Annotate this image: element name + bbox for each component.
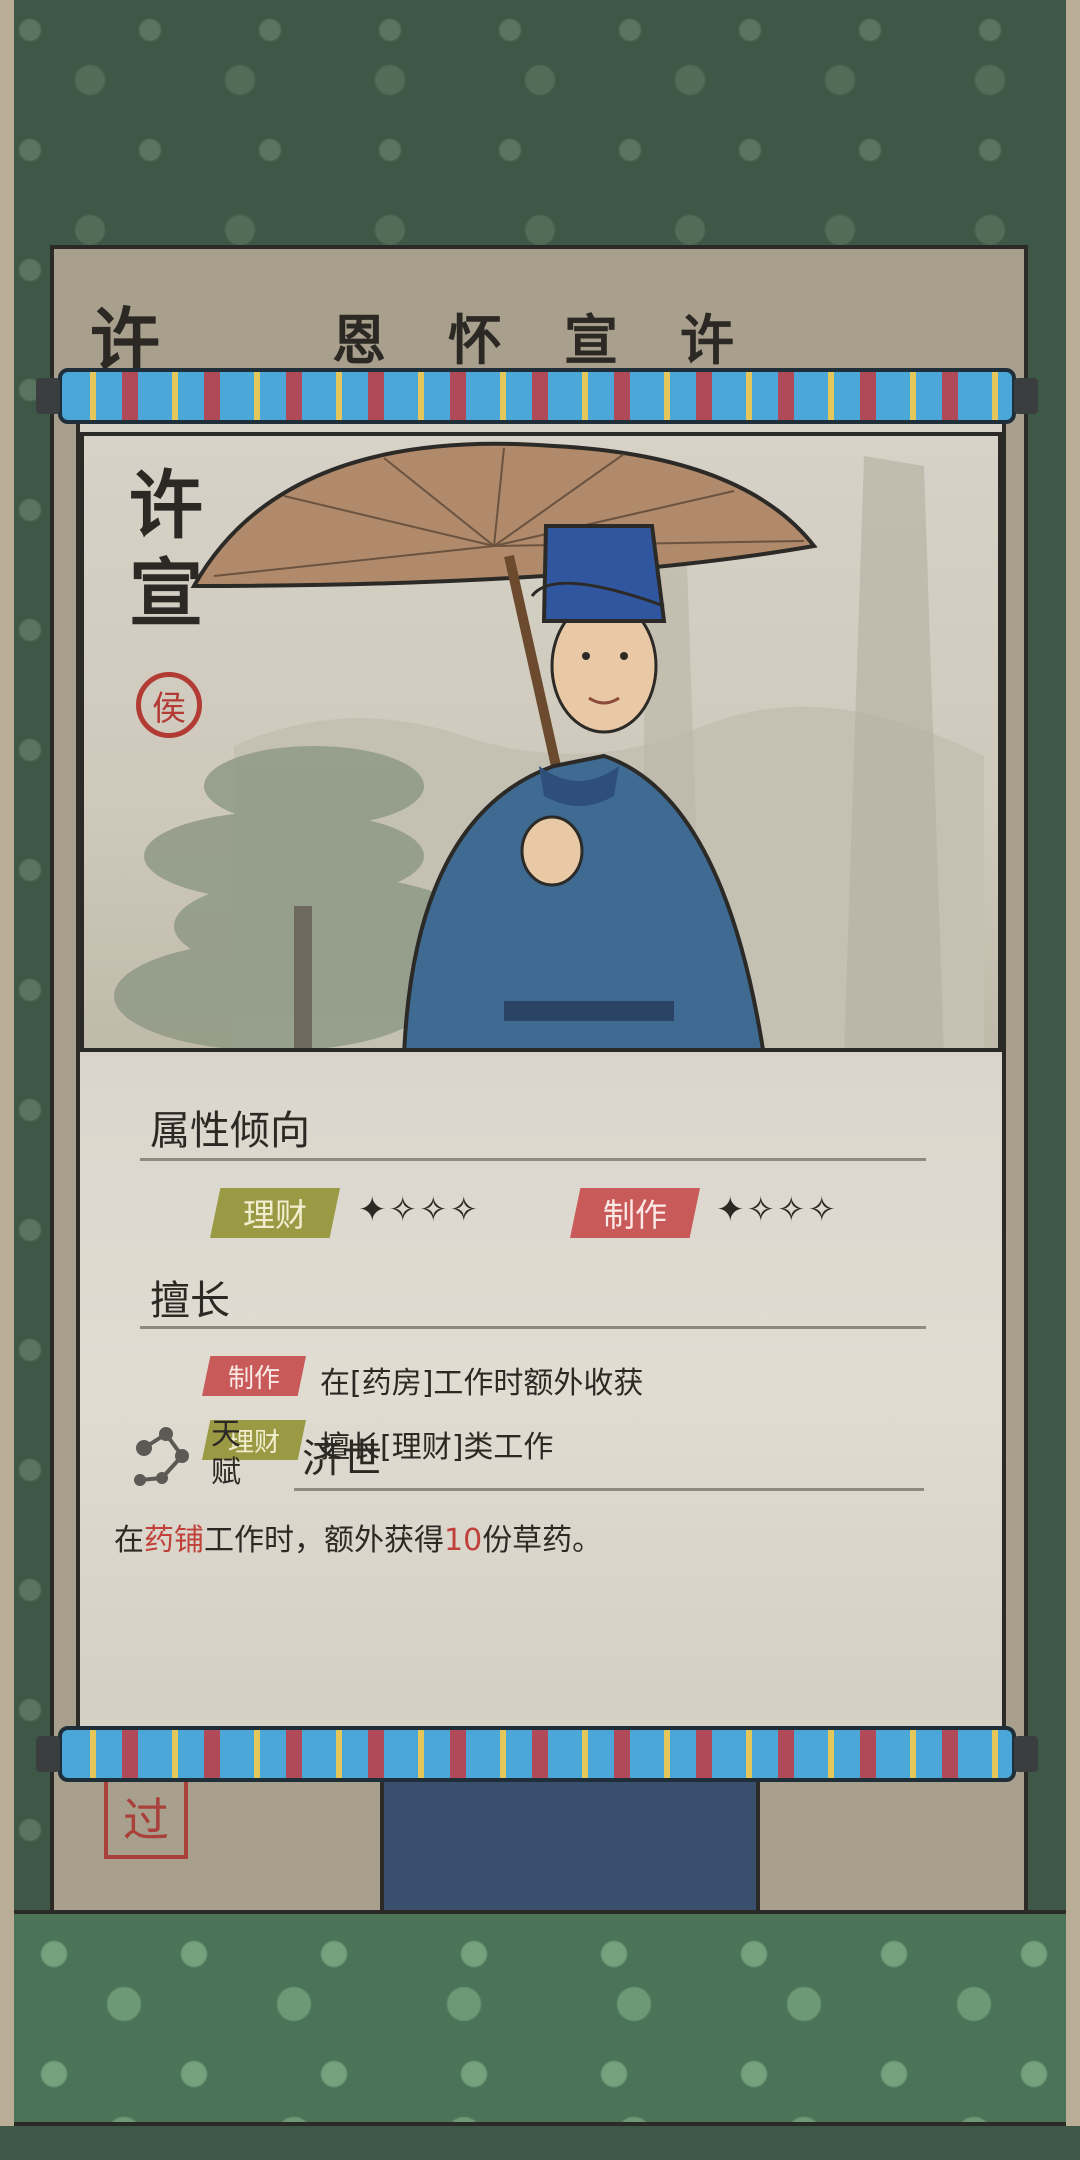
portrait-illustration xyxy=(114,441,984,1048)
bottom-patterned-panel xyxy=(14,1910,1066,2126)
talent-desc-highlight: 10 xyxy=(444,1523,483,1558)
background-title-char: 许 xyxy=(680,307,734,372)
skill-description: 在[药房]工作时额外收获 xyxy=(320,1366,644,1401)
attributes-divider xyxy=(140,1158,926,1161)
constellation-icon xyxy=(134,1427,189,1486)
skills-title: 擅长 xyxy=(150,1278,230,1324)
character-portrait: 许 宣 侯 xyxy=(80,432,1002,1052)
talent-label: 天 赋 xyxy=(206,1416,246,1492)
scroll-top-rod xyxy=(36,368,1038,424)
attribute-stars-craft: ✦✧✧✧ xyxy=(716,1190,838,1230)
character-scroll[interactable]: 许 宣 侯 属性倾向 理财 ✦✧✧✧ 制作 ✦✧✧✧ 擅长 制作 在[药房]工作… xyxy=(76,420,1006,1728)
left-edge xyxy=(0,0,14,2160)
background-title-char: 怀 xyxy=(448,307,502,372)
talent-desc-highlight: 药铺 xyxy=(144,1523,204,1558)
robe-lower-illustration xyxy=(380,1782,760,1912)
attribute-stars-finance: ✦✧✧✧ xyxy=(358,1190,480,1230)
character-name-char: 宣 xyxy=(129,551,203,637)
right-edge xyxy=(1066,0,1080,2160)
character-name-char: 许 xyxy=(129,463,203,549)
talent-description: 在药铺工作时，额外获得10份草药。 xyxy=(114,1515,602,1559)
skills-divider xyxy=(140,1326,926,1329)
scroll-bottom-rod xyxy=(36,1726,1038,1782)
skill-tag-craft: 制作 xyxy=(202,1356,306,1396)
talent-desc-text: 工作时，额外获得 xyxy=(204,1523,444,1558)
background-title-char: 恩 xyxy=(332,307,386,372)
talent-label-char: 天 xyxy=(211,1417,241,1452)
background-stamp: 过 xyxy=(104,1775,188,1859)
talent-desc-text: 在 xyxy=(114,1523,144,1558)
character-info-panel: 属性倾向 理财 ✦✧✧✧ 制作 ✦✧✧✧ 擅长 制作 在[药房]工作时额外收获 … xyxy=(80,1056,1002,1720)
background-card-title: 许 恩 怀 宣 许 xyxy=(90,299,734,382)
talent-label-char: 赋 xyxy=(211,1455,241,1490)
attributes-title: 属性倾向 xyxy=(150,1108,310,1154)
talent-desc-text: 份草药。 xyxy=(482,1523,603,1558)
character-name: 许 宣 xyxy=(126,462,206,638)
attribute-tag-finance: 理财 xyxy=(210,1188,340,1238)
talent-divider xyxy=(294,1488,924,1491)
background-title-char: 宣 xyxy=(564,307,618,372)
bottom-strip xyxy=(0,2126,1080,2160)
talent-name: 济世 xyxy=(302,1436,382,1482)
attribute-tag-craft: 制作 xyxy=(570,1188,700,1238)
rank-seal: 侯 xyxy=(136,672,202,738)
